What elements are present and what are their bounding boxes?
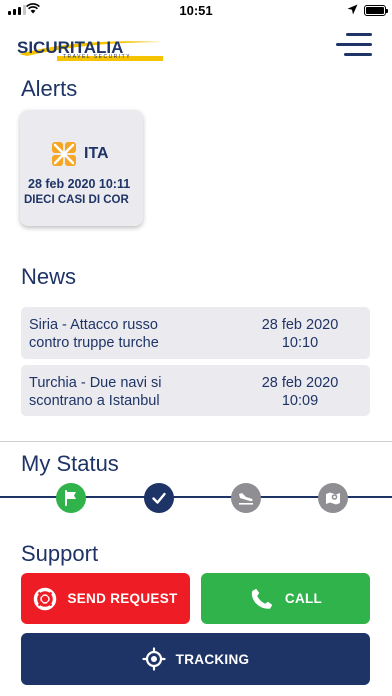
plane-landing-icon	[239, 493, 253, 505]
news-timestamp: 28 feb 2020 10:10	[250, 316, 350, 352]
alerts-heading: Alerts	[21, 76, 78, 101]
location-arrow-icon	[347, 4, 358, 15]
status-step-landing[interactable]	[231, 483, 261, 513]
lifebuoy-icon	[34, 587, 57, 610]
status-bar: 10:51	[0, 0, 392, 22]
alert-card[interactable]: ITA 28 feb 2020 10:11 DIECI CASI DI COR	[20, 110, 143, 226]
status-step-destination[interactable]	[318, 483, 348, 513]
battery-icon	[364, 5, 388, 16]
my-status-heading: My Status	[21, 451, 119, 476]
map-pin-icon	[326, 492, 340, 505]
tracking-label: TRACKING	[175, 651, 250, 667]
send-request-label: SEND REQUEST	[67, 591, 178, 606]
clock: 10:51	[179, 3, 213, 18]
call-button[interactable]: CALL	[201, 573, 370, 624]
news-item[interactable]: Siria - Attacco russo contro truppe turc…	[21, 307, 370, 359]
support-heading: Support	[21, 541, 99, 566]
news-heading: News	[21, 264, 77, 289]
call-label: CALL	[284, 591, 323, 606]
news-title-line: Turchia - Due navi si	[29, 375, 162, 391]
news-time: 10:09	[281, 393, 319, 409]
section-divider	[0, 441, 392, 442]
news-title: Turchia - Due navi si scontrano a Istanb…	[29, 374, 229, 410]
news-title-line: scontrano a Istanbul	[29, 393, 160, 409]
virus-alert-icon	[52, 142, 76, 166]
crosshair-icon	[142, 647, 166, 671]
news-date: 28 feb 2020	[261, 317, 339, 333]
news-title: Siria - Attacco russo contro truppe turc…	[29, 316, 229, 352]
logo-subtext: TRAVEL SECURITY	[63, 54, 132, 60]
send-request-button[interactable]: SEND REQUEST	[21, 573, 190, 624]
phone-icon	[251, 588, 273, 609]
hamburger-menu-icon[interactable]	[336, 31, 374, 59]
alert-date: 28 feb 2020 10:11	[28, 177, 131, 191]
status-step-start[interactable]	[56, 483, 86, 513]
flag-icon	[65, 490, 76, 506]
news-title-line: Siria - Attacco russo	[29, 317, 158, 333]
alert-headline: DIECI CASI DI COR	[24, 194, 129, 206]
sicuritalia-logo: SICURITALIA TRAVEL SECURITY	[17, 38, 167, 62]
checkmark-icon	[152, 492, 166, 504]
alert-country-code: ITA	[84, 145, 109, 162]
news-date: 28 feb 2020	[261, 375, 339, 391]
status-step-confirmed[interactable]	[144, 483, 174, 513]
news-title-line: contro truppe turche	[29, 335, 159, 351]
news-item[interactable]: Turchia - Due navi si scontrano a Istanb…	[21, 365, 370, 416]
news-timestamp: 28 feb 2020 10:09	[250, 374, 350, 410]
tracking-button[interactable]: TRACKING	[21, 633, 370, 685]
news-time: 10:10	[281, 335, 319, 351]
alert-header: ITA	[50, 140, 109, 168]
